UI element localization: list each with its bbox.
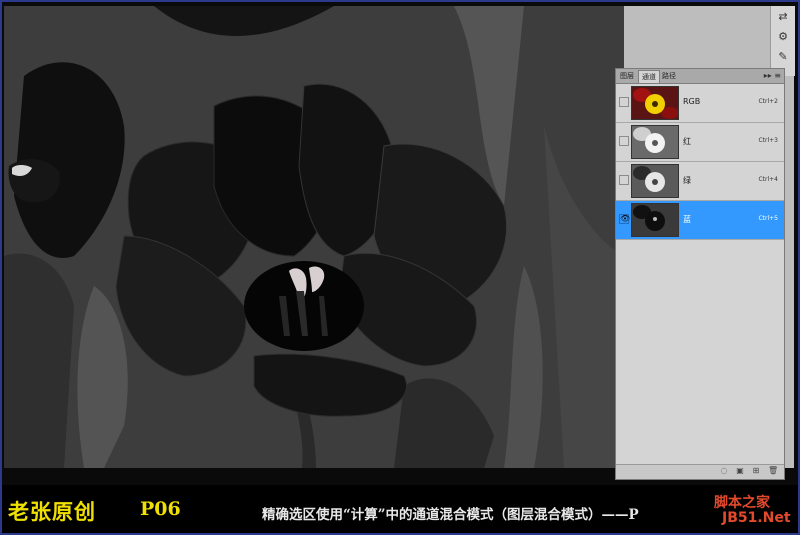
tool-preset-icon[interactable]: ⚙ xyxy=(775,30,791,44)
caption-description: 精确选区使用“计算”中的通道混合模式（图层混合模式）——P xyxy=(262,507,639,523)
panel-tabs: 图层 通道 路径 ▸▸ ≡ xyxy=(616,69,784,84)
right-toolbar: ⇄ ⚙ ✎ xyxy=(770,6,795,76)
channel-thumbnail xyxy=(631,164,679,198)
eye-icon[interactable]: 👁 xyxy=(619,214,630,224)
channel-thumbnail xyxy=(631,203,679,237)
panel-footer: ◌ ▣ ⊞ 🗑 xyxy=(616,464,784,479)
channel-shortcut: Ctrl+3 xyxy=(758,137,778,144)
page-number: P06 xyxy=(140,498,181,520)
channel-row-rgb[interactable]: RGB Ctrl+2 xyxy=(616,84,784,123)
channel-name: 红 xyxy=(683,137,691,146)
channel-row-red[interactable]: 红 Ctrl+3 xyxy=(616,123,784,162)
channel-name: RGB xyxy=(683,97,701,106)
channel-thumbnail xyxy=(631,86,679,120)
load-selection-icon[interactable]: ◌ xyxy=(720,467,728,475)
watermark-line2: JB51.Net xyxy=(722,510,791,526)
tab-paths[interactable]: 路径 xyxy=(660,70,678,82)
delete-channel-icon[interactable]: 🗑 xyxy=(768,467,778,475)
visibility-toggle[interactable] xyxy=(619,175,629,185)
tab-layers[interactable]: 图层 xyxy=(618,70,636,82)
brush-icon[interactable]: ✎ xyxy=(775,50,791,64)
panel-menu-icon[interactable]: ▸▸ ≡ xyxy=(764,70,781,82)
channel-shortcut: Ctrl+5 xyxy=(758,215,778,222)
new-channel-icon[interactable]: ⊞ xyxy=(752,467,760,475)
channel-name: 绿 xyxy=(683,176,691,185)
visibility-toggle[interactable] xyxy=(619,136,629,146)
tab-channels[interactable]: 通道 xyxy=(638,70,660,83)
adjust-icon[interactable]: ⇄ xyxy=(775,10,791,24)
site-watermark: 脚本之家 JB51.Net xyxy=(714,492,794,530)
channel-row-green[interactable]: 绿 Ctrl+4 xyxy=(616,162,784,201)
save-selection-icon[interactable]: ▣ xyxy=(736,467,744,475)
watermark-line1: 脚本之家 xyxy=(714,495,770,511)
channel-shortcut: Ctrl+2 xyxy=(758,98,778,105)
author-label: 老张原创 xyxy=(8,499,96,524)
channel-thumbnail xyxy=(631,125,679,159)
channel-shortcut: Ctrl+4 xyxy=(758,176,778,183)
tulip-image xyxy=(4,6,624,468)
visibility-toggle[interactable] xyxy=(619,97,629,107)
channel-name: 蓝 xyxy=(683,215,691,224)
channels-panel: 图层 通道 路径 ▸▸ ≡ RGB Ctrl+2 红 Ctrl+3 绿 Ctrl… xyxy=(615,68,785,480)
channel-row-blue[interactable]: 👁 蓝 Ctrl+5 xyxy=(616,201,784,240)
image-canvas[interactable] xyxy=(4,6,624,468)
